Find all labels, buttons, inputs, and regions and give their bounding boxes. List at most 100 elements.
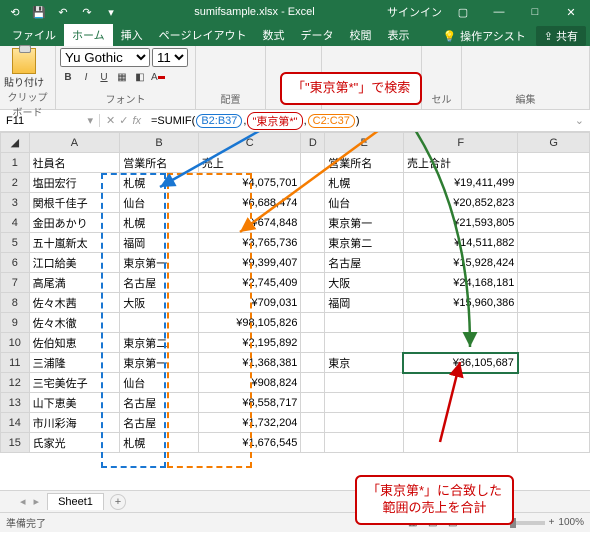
cell[interactable]: ¥1,676,545 [198, 433, 301, 453]
cell[interactable] [403, 333, 517, 353]
cell[interactable] [301, 433, 325, 453]
row-header[interactable]: 2 [1, 173, 30, 193]
zoom-level[interactable]: 100% [558, 517, 584, 528]
cell[interactable] [301, 153, 325, 173]
cell[interactable]: ¥20,852,823 [403, 193, 517, 213]
cell[interactable] [403, 433, 517, 453]
row-header[interactable]: 9 [1, 313, 30, 333]
cell[interactable]: 札幌 [120, 173, 199, 193]
cell[interactable]: ¥9,399,407 [198, 253, 301, 273]
cell[interactable] [518, 253, 590, 273]
border-button[interactable]: ▦ [114, 69, 130, 85]
cell[interactable]: 名古屋 [120, 273, 199, 293]
cell[interactable] [518, 273, 590, 293]
signin-link[interactable]: サインイン [387, 4, 442, 20]
cell[interactable] [325, 373, 404, 393]
cell[interactable]: ¥15,928,424 [403, 253, 517, 273]
tab-review[interactable]: 校閲 [341, 24, 379, 46]
col-header[interactable]: C [198, 133, 301, 153]
cell[interactable]: ¥3,765,736 [198, 233, 301, 253]
tab-page-layout[interactable]: ページレイアウト [151, 24, 255, 46]
cell[interactable]: 札幌 [325, 173, 404, 193]
cell[interactable] [518, 373, 590, 393]
cell[interactable] [325, 413, 404, 433]
sheet-nav-prev[interactable]: ◂ [20, 495, 26, 508]
cell[interactable] [301, 373, 325, 393]
select-all[interactable]: ◢ [1, 133, 30, 153]
cell[interactable]: 大阪 [325, 273, 404, 293]
formula-bar[interactable]: =SUMIF( B2:B37, "東京第*", C2:C37 ) [147, 112, 569, 130]
cell[interactable] [301, 173, 325, 193]
qat-dropdown-icon[interactable]: ▾ [100, 2, 122, 22]
undo-icon[interactable]: ↶ [52, 2, 74, 22]
close-icon[interactable]: ✕ [556, 6, 586, 19]
cell[interactable]: 札幌 [120, 433, 199, 453]
cell[interactable] [301, 393, 325, 413]
cell[interactable] [518, 173, 590, 193]
cell[interactable]: 氏家光 [29, 433, 120, 453]
cell[interactable]: ¥709,031 [198, 293, 301, 313]
cell[interactable]: 福岡 [325, 293, 404, 313]
row-header[interactable]: 13 [1, 393, 30, 413]
sheet-nav-next[interactable]: ▸ [34, 495, 40, 508]
row-header[interactable]: 4 [1, 213, 30, 233]
row-header[interactable]: 3 [1, 193, 30, 213]
cell[interactable]: 社員名 [29, 153, 120, 173]
cell[interactable]: ¥98,105,826 [198, 313, 301, 333]
cell[interactable]: 仙台 [120, 373, 199, 393]
cell[interactable] [301, 293, 325, 313]
cell[interactable] [301, 333, 325, 353]
bold-button[interactable]: B [60, 69, 76, 85]
cell[interactable]: ¥21,593,805 [403, 213, 517, 233]
col-header[interactable]: D [301, 133, 325, 153]
paste-button[interactable]: 貼り付け [4, 48, 44, 89]
cell[interactable] [301, 353, 325, 373]
redo-icon[interactable]: ↷ [76, 2, 98, 22]
tell-me[interactable]: 操作アシスト [460, 28, 526, 44]
cell[interactable]: ¥2,745,409 [198, 273, 301, 293]
cell[interactable]: 東京第一 [325, 213, 404, 233]
cell[interactable]: 東京第二 [120, 333, 199, 353]
cell[interactable] [403, 313, 517, 333]
row-header[interactable]: 10 [1, 333, 30, 353]
cell[interactable] [301, 213, 325, 233]
cell[interactable]: 江口給美 [29, 253, 120, 273]
cell[interactable]: 三宅美佐子 [29, 373, 120, 393]
save-icon[interactable]: 💾 [28, 2, 50, 22]
ribbon-display-icon[interactable]: ▢ [448, 6, 478, 19]
tab-home[interactable]: ホーム [64, 24, 113, 46]
cell[interactable]: 東京第一 [120, 253, 199, 273]
cell[interactable]: 東京 [325, 353, 404, 373]
cell[interactable]: ¥1,368,381 [198, 353, 301, 373]
cell[interactable] [518, 233, 590, 253]
cell[interactable]: 三浦隆 [29, 353, 120, 373]
tab-data[interactable]: データ [292, 24, 341, 46]
col-header[interactable]: B [120, 133, 199, 153]
cell[interactable] [518, 413, 590, 433]
cell[interactable] [325, 433, 404, 453]
cell[interactable]: ¥19,411,499 [403, 173, 517, 193]
row-header[interactable]: 14 [1, 413, 30, 433]
cell[interactable]: 高尾満 [29, 273, 120, 293]
tab-formulas[interactable]: 数式 [254, 24, 292, 46]
cell[interactable]: 東京第二 [325, 233, 404, 253]
cell[interactable]: 佐々木徹 [29, 313, 120, 333]
cell[interactable]: ¥1,732,204 [198, 413, 301, 433]
fill-color-button[interactable]: ◧ [132, 69, 148, 85]
cell[interactable] [403, 373, 517, 393]
share-button[interactable]: ⇪ 共有 [536, 26, 586, 46]
row-header[interactable]: 6 [1, 253, 30, 273]
cell[interactable]: ¥4,075,701 [198, 173, 301, 193]
autosave-icon[interactable]: ⟲ [4, 2, 26, 22]
tab-insert[interactable]: 挿入 [113, 24, 151, 46]
row-header[interactable]: 5 [1, 233, 30, 253]
cell[interactable] [301, 193, 325, 213]
font-name-select[interactable]: Yu Gothic [60, 48, 150, 67]
cell[interactable] [518, 353, 590, 373]
zoom-in[interactable]: + [549, 517, 555, 528]
cell[interactable]: ¥14,511,882 [403, 233, 517, 253]
expand-formula-icon[interactable]: ⌄ [569, 114, 590, 127]
cell[interactable]: ¥674,848 [198, 213, 301, 233]
cell[interactable]: ¥6,688,474 [198, 193, 301, 213]
cell[interactable]: ¥2,195,892 [198, 333, 301, 353]
